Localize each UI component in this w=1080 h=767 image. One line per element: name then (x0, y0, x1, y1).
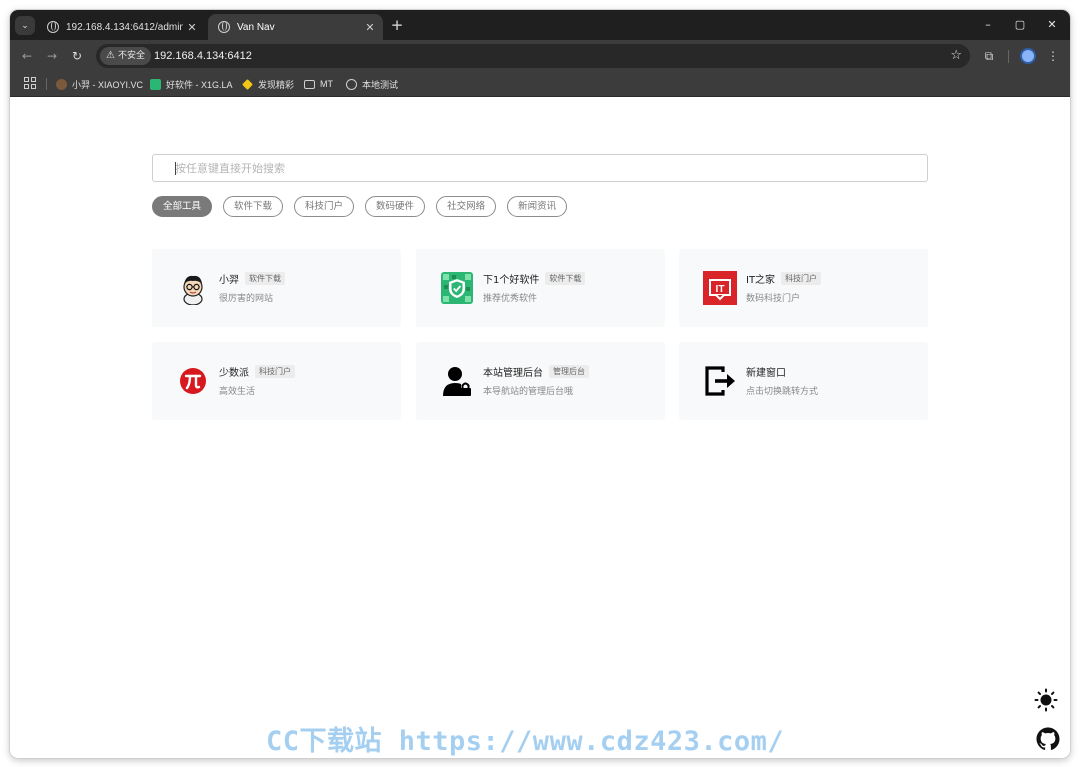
x1g-icon (150, 78, 161, 90)
bookmark-discover[interactable]: 发现精彩 (242, 75, 294, 93)
card-tag: 软件下载 (245, 272, 285, 285)
bookmark-folder-mt[interactable]: MT (304, 75, 333, 93)
card-description: 推荐优秀软件 (483, 294, 538, 304)
card-tag: 科技门户 (781, 272, 822, 285)
card-title: 下1个好软件 (483, 275, 540, 286)
globe-icon (346, 78, 357, 90)
tab-search-button[interactable]: ⌄ (15, 16, 35, 35)
new-tab-button[interactable]: + (388, 16, 406, 34)
shield-check-icon (441, 272, 473, 304)
security-label: 不安全 (117, 51, 145, 61)
card-title: 少数派 (219, 368, 249, 379)
site-card-admin[interactable]: 本站管理后台 管理后台 本导航站的管理后台哦 (416, 342, 665, 420)
card-title: 小羿 (219, 275, 239, 286)
filter-chip-software[interactable]: 软件下载 (223, 196, 284, 217)
card-title-row: 本站管理后台 管理后台 (483, 364, 589, 379)
toolbar-divider (1008, 50, 1009, 63)
back-arrow-icon[interactable]: ← (18, 47, 36, 65)
svg-text:IT: IT (716, 284, 725, 295)
extensions-puzzle-icon[interactable]: ⧉ (980, 47, 998, 65)
card-description: 点击切换跳转方式 (746, 387, 819, 397)
browser-toolbar: ← → ↻ ⚠ 不安全 192.168.4.134:6412 ☆ ⧉ ⋮ (10, 40, 1070, 71)
address-bar[interactable]: ⚠ 不安全 192.168.4.134:6412 ☆ (96, 44, 970, 68)
close-icon[interactable]: ✕ (361, 21, 379, 34)
maximize-button[interactable]: ▢ (1005, 16, 1035, 34)
card-title-row: 少数派 科技门户 (219, 364, 295, 379)
filter-chip-hardware[interactable]: 数码硬件 (365, 196, 426, 217)
card-tag: 管理后台 (549, 365, 589, 378)
bookmark-xiaoyi[interactable]: 小羿 - XIAOYI.VC (56, 75, 143, 93)
card-description: 数码科技门户 (746, 294, 801, 304)
text-caret (175, 162, 176, 175)
tab-admin[interactable]: 192.168.4.134:6412/admin/t ✕ (37, 14, 205, 40)
github-icon[interactable] (1036, 727, 1060, 751)
card-tag: 科技门户 (255, 365, 295, 378)
bookmark-x1g[interactable]: 好软件 - X1G.LA (150, 75, 233, 93)
forward-arrow-icon[interactable]: → (43, 47, 61, 65)
bookmark-star-icon[interactable]: ☆ (950, 47, 962, 65)
bookmark-label: 小羿 - XIAOYI.VC (72, 79, 144, 90)
filter-chip-social[interactable]: 社交网络 (436, 196, 497, 217)
minimize-button[interactable]: – (973, 16, 1003, 34)
tab-title: Van Nav (237, 21, 275, 33)
bookmark-local-test[interactable]: 本地测试 (346, 75, 398, 93)
tab-van-nav[interactable]: Van Nav ✕ (208, 14, 383, 40)
category-filters: 全部工具 软件下载 科技门户 数码硬件 社交网络 新闻资讯 (152, 196, 578, 217)
tab-strip: ⌄ 192.168.4.134:6412/admin/t ✕ Van Nav ✕… (10, 10, 1070, 40)
bookmark-label: MT (320, 79, 333, 89)
profile-avatar[interactable] (1020, 48, 1036, 64)
globe-icon (47, 21, 59, 33)
card-title: 新建窗口 (746, 368, 786, 379)
globe-icon (218, 21, 230, 33)
site-card-ithome[interactable]: IT IT之家 科技门户 数码科技门户 (679, 249, 928, 327)
cartoon-avatar-icon (183, 275, 203, 305)
url-text[interactable]: 192.168.4.134:6412 (154, 48, 252, 64)
search-box[interactable] (152, 154, 928, 182)
folder-icon (304, 79, 315, 89)
bookmark-label: 好软件 - X1G.LA (166, 79, 233, 90)
user-lock-icon (443, 367, 471, 396)
filter-chip-all[interactable]: 全部工具 (152, 196, 213, 217)
card-title-row: 新建窗口 (746, 364, 792, 379)
card-title-row: IT之家 科技门户 (746, 271, 822, 286)
security-indicator[interactable]: ⚠ 不安全 (100, 47, 151, 65)
apps-grid-icon[interactable] (24, 77, 36, 89)
card-description: 本导航站的管理后台哦 (483, 387, 574, 397)
bookmarks-divider (46, 78, 47, 90)
search-input[interactable] (153, 155, 927, 181)
diamond-icon (242, 78, 253, 90)
card-title-row: 小羿 软件下载 (219, 271, 285, 286)
card-tag: 软件下载 (545, 272, 586, 285)
bookmark-label: 本地测试 (362, 79, 399, 90)
close-window-button[interactable]: ✕ (1037, 16, 1067, 34)
site-card-sspai[interactable]: 少数派 科技门户 高效生活 (152, 342, 401, 420)
filter-chip-news[interactable]: 新闻资讯 (507, 196, 568, 217)
sun-icon[interactable] (1034, 688, 1058, 712)
card-title-row: 下1个好软件 软件下载 (483, 271, 586, 286)
site-card-x1g[interactable]: 下1个好软件 软件下载 推荐优秀软件 (416, 249, 665, 327)
more-menu-icon[interactable]: ⋮ (1044, 47, 1062, 65)
bookmarks-bar: 小羿 - XIAOYI.VC 好软件 - X1G.LA 发现精彩 MT 本地测试 (10, 71, 1070, 97)
site-card-xiaoyi[interactable]: 小羿 软件下载 很厉害的网站 (152, 249, 401, 327)
card-title: 本站管理后台 (483, 368, 543, 379)
card-description: 高效生活 (219, 387, 256, 397)
filter-chip-tech[interactable]: 科技门户 (294, 196, 355, 217)
ithome-logo-icon: IT (703, 271, 737, 305)
reload-icon[interactable]: ↻ (68, 47, 86, 65)
exit-arrow-icon (705, 366, 735, 396)
page-content: 全部工具 软件下载 科技门户 数码硬件 社交网络 新闻资讯 小羿 软件下载 很厉… (10, 97, 1070, 758)
tab-title: 192.168.4.134:6412/admin/t (66, 21, 183, 33)
site-card-new-window[interactable]: 新建窗口 点击切换跳转方式 (679, 342, 928, 420)
card-description: 很厉害的网站 (219, 294, 274, 304)
warning-triangle-icon: ⚠ (106, 50, 115, 61)
watermark-text: CC下载站 https://www.cdz423.com/ (266, 726, 785, 757)
bookmark-label: 发现精彩 (258, 79, 295, 90)
close-icon[interactable]: ✕ (183, 21, 201, 34)
avatar-icon (56, 78, 67, 90)
card-title: IT之家 (746, 275, 776, 286)
browser-window: ⌄ 192.168.4.134:6412/admin/t ✕ Van Nav ✕… (10, 10, 1070, 758)
pi-logo-icon (180, 368, 206, 394)
